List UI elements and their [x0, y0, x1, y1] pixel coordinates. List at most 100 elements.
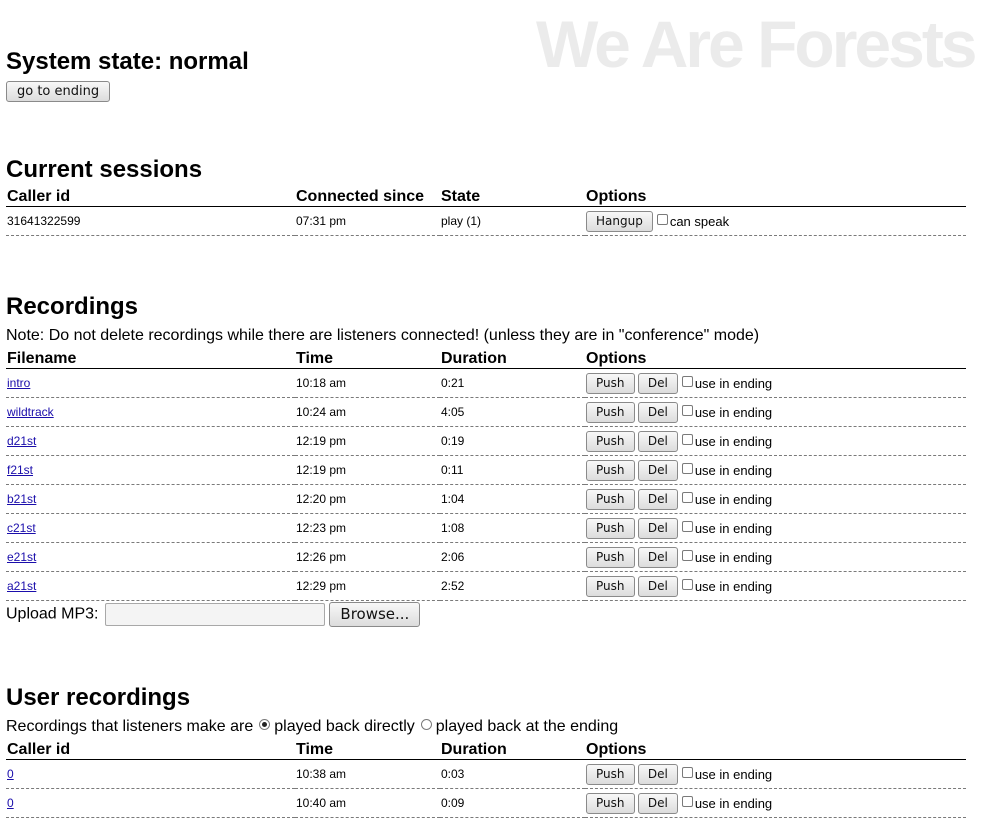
use-in-ending-checkbox[interactable]	[681, 766, 693, 778]
cell-options: Push Del use in ending	[585, 426, 966, 456]
recording-filename-link[interactable]: wildtrack	[7, 405, 54, 419]
recording-filename-link[interactable]: a21st	[7, 579, 36, 593]
recording-filename-link[interactable]: c21st	[7, 521, 36, 535]
cell-time: 12:26 pm	[295, 542, 440, 572]
use-in-ending-checkbox[interactable]	[681, 491, 693, 503]
brand-watermark: We Are Forests	[536, 7, 977, 81]
cell-duration: 0:09	[440, 788, 585, 818]
cell-duration: 0:03	[440, 759, 585, 789]
hangup-button[interactable]: Hangup	[586, 210, 653, 232]
push-button[interactable]: Push	[586, 763, 635, 785]
session-options: Hangup can speak	[585, 206, 966, 236]
table-row: d21st 12:19 pm 0:19 Push Del use in ending	[6, 426, 966, 456]
cell-duration: 0:11	[440, 455, 585, 485]
use-in-ending-checkbox[interactable]	[681, 375, 693, 387]
recordings-section: Recordings Note: Do not delete recording…	[6, 293, 966, 627]
col-state: State	[440, 184, 585, 207]
sessions-heading: Current sessions	[6, 156, 203, 183]
table-row: 0 10:38 am 0:03 Push Del use in ending	[6, 759, 966, 789]
table-row: e21st 12:26 pm 2:06 Push Del use in ending	[6, 542, 966, 572]
del-button[interactable]: Del	[637, 459, 678, 481]
del-button[interactable]: Del	[637, 517, 678, 539]
use-in-ending-checkbox[interactable]	[681, 404, 693, 416]
upload-file-input[interactable]	[104, 603, 325, 626]
session-state: play (1)	[440, 206, 585, 236]
cell-options: Push Del use in ending	[585, 397, 966, 427]
cell-options: Push Del use in ending	[585, 759, 966, 789]
system-state-section: System state: normal go to ending	[6, 48, 249, 102]
push-button[interactable]: Push	[586, 546, 635, 568]
playback-mode-row: Recordings that listeners make are played…	[6, 717, 966, 737]
cell-recording-filename: b21st	[6, 484, 295, 514]
browse-button[interactable]: Browse...	[329, 602, 421, 627]
del-button[interactable]: Del	[637, 792, 678, 814]
use-in-ending-checkbox[interactable]	[681, 433, 693, 445]
table-row: intro 10:18 am 0:21 Push Del use in ending	[6, 368, 966, 398]
push-button[interactable]: Push	[586, 488, 635, 510]
recordings-heading: Recordings	[6, 293, 139, 320]
radio-played-back-directly[interactable]	[259, 719, 271, 731]
use-in-ending-label: use in ending	[694, 795, 773, 811]
del-button[interactable]: Del	[637, 763, 678, 785]
recording-filename-link[interactable]: d21st	[7, 434, 36, 448]
cell-options: Push Del use in ending	[585, 571, 966, 601]
del-button[interactable]: Del	[637, 430, 678, 452]
cell-time: 12:20 pm	[295, 484, 440, 514]
cell-time: 10:40 am	[295, 788, 440, 818]
sessions-header-row: Caller id Connected since State Options	[6, 184, 966, 207]
push-button[interactable]: Push	[586, 372, 635, 394]
go-to-ending-button[interactable]: go to ending	[6, 81, 111, 102]
del-button[interactable]: Del	[637, 372, 678, 394]
user-recordings-section: User recordings Recordings that listener…	[6, 684, 966, 818]
radio-played-back-at-ending[interactable]	[420, 719, 432, 731]
use-in-ending-checkbox[interactable]	[681, 549, 693, 561]
push-button[interactable]: Push	[586, 517, 635, 539]
col-duration: Duration	[440, 737, 585, 760]
del-button[interactable]: Del	[637, 401, 678, 423]
use-in-ending-label: use in ending	[694, 433, 773, 449]
recording-filename-link[interactable]: b21st	[7, 492, 36, 506]
cell-time: 12:19 pm	[295, 426, 440, 456]
push-button[interactable]: Push	[586, 575, 635, 597]
cell-options: Push Del use in ending	[585, 368, 966, 398]
recording-filename-link[interactable]: e21st	[7, 550, 36, 564]
recording-filename-link[interactable]: f21st	[7, 463, 33, 477]
upload-row: Upload MP3: Browse...	[6, 602, 966, 627]
use-in-ending-checkbox[interactable]	[681, 520, 693, 532]
cell-recording-filename: c21st	[6, 513, 295, 543]
recordings-header-row: Filename Time Duration Options	[6, 346, 966, 369]
session-row: 31641322599 07:31 pm play (1) Hangup can …	[6, 206, 966, 236]
push-button[interactable]: Push	[586, 401, 635, 423]
table-row: f21st 12:19 pm 0:11 Push Del use in ending	[6, 455, 966, 485]
use-in-ending-checkbox[interactable]	[681, 795, 693, 807]
recordings-body: intro 10:18 am 0:21 Push Del use in ending wi…	[6, 368, 966, 601]
cell-time: 12:23 pm	[295, 513, 440, 543]
use-in-ending-checkbox[interactable]	[681, 462, 693, 474]
push-button[interactable]: Push	[586, 792, 635, 814]
cell-recording-filename: a21st	[6, 571, 295, 601]
del-button[interactable]: Del	[637, 488, 678, 510]
cell-recording-filename: f21st	[6, 455, 295, 485]
user-recording-caller-link[interactable]: 0	[7, 767, 14, 781]
table-row: b21st 12:20 pm 1:04 Push Del use in ending	[6, 484, 966, 514]
playback-mode-intro: Recordings that listeners make are	[6, 718, 254, 735]
use-in-ending-checkbox[interactable]	[681, 578, 693, 590]
user-recordings-heading: User recordings	[6, 684, 191, 711]
del-button[interactable]: Del	[637, 546, 678, 568]
table-row: c21st 12:23 pm 1:08 Push Del use in ending	[6, 513, 966, 543]
push-button[interactable]: Push	[586, 430, 635, 452]
cell-duration: 0:19	[440, 426, 585, 456]
recording-filename-link[interactable]: intro	[7, 376, 30, 390]
use-in-ending-label: use in ending	[694, 578, 773, 594]
use-in-ending-label: use in ending	[694, 520, 773, 536]
push-button[interactable]: Push	[586, 459, 635, 481]
col-filename: Filename	[6, 346, 295, 369]
user-recording-caller-link[interactable]: 0	[7, 796, 14, 810]
del-button[interactable]: Del	[637, 575, 678, 597]
can-speak-checkbox[interactable]	[656, 213, 668, 225]
cell-time: 10:18 am	[295, 368, 440, 398]
col-options: Options	[585, 737, 966, 760]
radio-label-directly: played back directly	[274, 718, 415, 735]
upload-label: Upload MP3:	[6, 605, 99, 623]
cell-duration: 1:04	[440, 484, 585, 514]
